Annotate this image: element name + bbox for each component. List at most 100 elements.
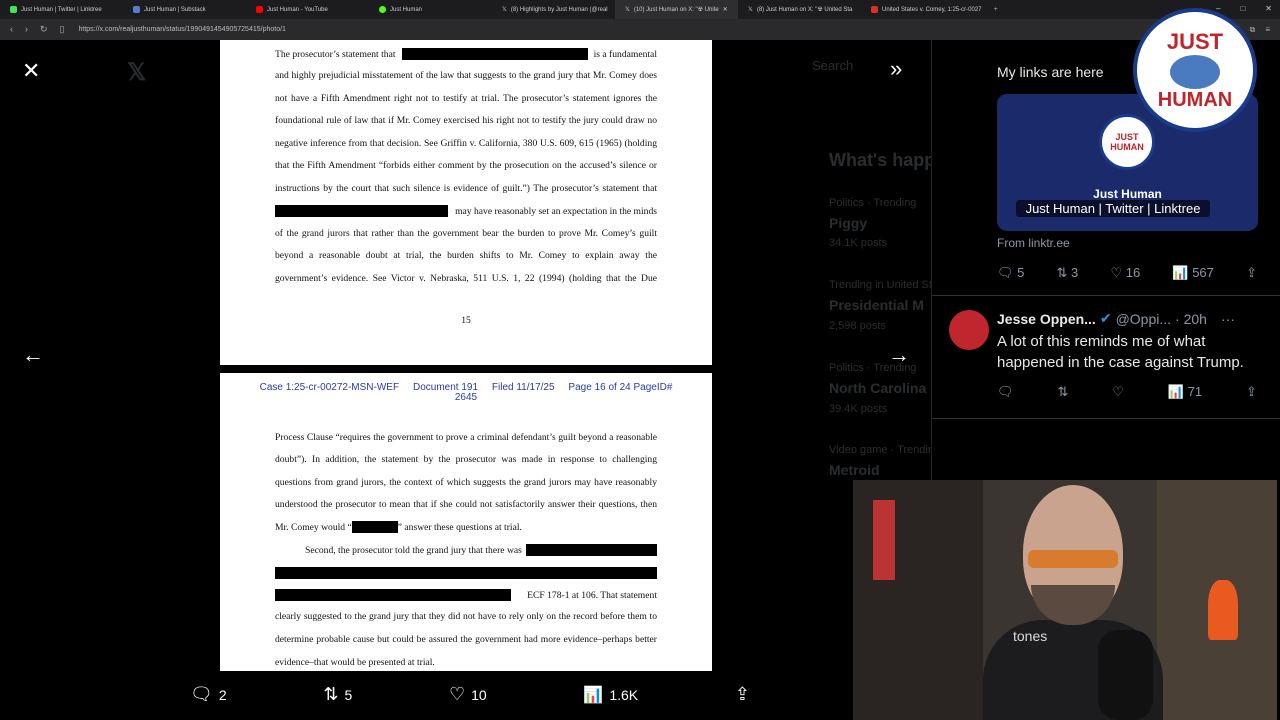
microphone — [1098, 630, 1153, 720]
redaction — [401, 48, 588, 60]
figure — [873, 500, 895, 580]
doc-line: beyond a reasonable doubt at trial, the … — [275, 250, 657, 261]
like-button[interactable]: ♡ 10 — [449, 684, 487, 705]
doc-line: of the grand jurors that rather than the… — [275, 228, 657, 239]
document-icon — [871, 6, 878, 13]
doc-line: that the Fifth Amendment “forbids either… — [275, 160, 657, 171]
redaction — [275, 205, 448, 217]
doc-line: government’s evidence. See Victor v. Neb… — [275, 273, 657, 284]
expand-panel-icon[interactable]: » — [890, 56, 902, 82]
repost-button[interactable]: ⇅ 5 — [323, 684, 352, 705]
card-source: From linktr.ee — [997, 236, 1070, 250]
redaction — [526, 544, 657, 556]
document-page-15: The prosecutor’s statement that is a fund… — [220, 40, 712, 365]
share-icon: ⇪ — [734, 684, 750, 704]
share-icon[interactable]: ⇪ — [1246, 384, 1257, 400]
tab-x-post[interactable]: 𝕏 (8) Just Human on X: "☢ United Sta — [738, 0, 861, 19]
new-tab-button[interactable]: + — [984, 0, 1004, 19]
doc-line: doubt”). In addition, the statement by t… — [275, 454, 657, 465]
browser-tab-bar: Just Human | Twitter | Linktree Just Hum… — [0, 0, 1280, 19]
tab-courtlistener[interactable]: United States v. Comey, 1:25-cr-0027 — [861, 0, 984, 19]
close-tab-icon[interactable]: ✕ — [723, 6, 728, 13]
reply-button[interactable]: 🗨 2 — [190, 684, 227, 705]
rumble-icon — [379, 6, 386, 13]
back-icon[interactable]: ‹ — [10, 24, 13, 35]
doc-line: Process Clause “requires the government … — [275, 432, 657, 443]
avatar[interactable] — [949, 310, 989, 350]
page-number: 15 — [461, 315, 471, 326]
just-human-logo: JUST HUMAN — [1133, 8, 1257, 132]
redaction — [351, 521, 398, 533]
document-page-16: Case 1:25-cr-00272-MSN-WEF Document 191 … — [220, 373, 712, 671]
lava-lamp — [1208, 580, 1238, 640]
reply-author[interactable]: Jesse Oppen... — [997, 311, 1096, 327]
reply-stats: 🗨 ⇅ ♡ 📊 71 ⇪ — [997, 384, 1257, 400]
url-input[interactable]: https://x.com/realjusthuman/status/19904… — [79, 26, 286, 33]
repost-button[interactable]: ⇅ 3 — [1057, 265, 1079, 281]
card-subtitle: Just Human | Twitter | Linktree — [1016, 200, 1210, 217]
like-button[interactable]: ♡ 16 — [1110, 265, 1140, 281]
reply-button[interactable]: 🗨 5 — [997, 265, 1024, 281]
menu-icon[interactable]: ≡ — [1265, 25, 1270, 35]
heart-icon: ♡ — [448, 684, 466, 704]
tab-youtube[interactable]: Just Human - YouTube — [246, 0, 369, 19]
card-logo: JUST HUMAN — [1099, 114, 1155, 170]
tweet-text: My links are here — [997, 64, 1104, 80]
like-button[interactable]: ♡ — [1112, 384, 1124, 400]
redaction — [275, 589, 511, 601]
reload-icon[interactable]: ↻ — [40, 24, 48, 35]
x-icon: 𝕏 — [625, 7, 630, 13]
views-button[interactable]: 📊 1.6K — [583, 685, 638, 705]
doc-line: The prosecutor’s statement that is a fund… — [275, 48, 657, 60]
doc-line: and highly prejudicial misstatement of t… — [275, 70, 657, 81]
doc-line: determine probable cause but could be as… — [275, 634, 657, 645]
substack-icon — [133, 6, 140, 13]
beard — [1031, 585, 1115, 625]
webcam-feed: tones — [853, 480, 1277, 720]
doc-line: may have reasonably set an expectation i… — [275, 205, 657, 217]
post-action-bar: 🗨 2 ⇅ 5 ♡ 10 📊 1.6K ⇪ — [190, 684, 750, 705]
doc-line — [275, 567, 657, 579]
linktree-icon — [10, 6, 17, 13]
divider — [932, 418, 1280, 419]
divider — [932, 295, 1280, 296]
youtube-icon — [256, 6, 263, 13]
share-icon[interactable]: ⇪ — [1246, 265, 1257, 281]
doc-line: questions from grand jurors, the context… — [275, 477, 657, 488]
card-title: Just Human — [1093, 187, 1162, 201]
tweet-stats: 🗨 5 ⇅ 3 ♡ 16 📊 567 ⇪ — [997, 265, 1257, 281]
more-icon[interactable]: ··· — [1221, 311, 1235, 327]
reply-icon: 🗨 — [190, 684, 213, 704]
doc-header-pageid: 2645 — [454, 392, 478, 403]
extensions-icon[interactable]: ⧉ — [1250, 25, 1256, 35]
tab-linktree[interactable]: Just Human | Twitter | Linktree — [0, 0, 123, 19]
next-arrow-icon[interactable]: → — [888, 342, 910, 368]
views-button[interactable]: 📊 71 — [1168, 384, 1202, 400]
maximize-icon[interactable]: □ — [1240, 4, 1245, 13]
previous-arrow-icon[interactable]: ← — [22, 342, 44, 368]
repost-button[interactable]: ⇅ — [1057, 384, 1068, 400]
address-bar: ‹ › ↻ ▯ https://x.com/realjusthuman/status/… — [0, 19, 1280, 40]
glasses — [1028, 550, 1118, 568]
tab-substack[interactable]: Just Human | Substack — [123, 0, 246, 19]
tab-x-highlights[interactable]: 𝕏 (8) Highlights by Just Human (@real — [492, 0, 615, 19]
forward-icon[interactable]: › — [25, 24, 28, 35]
window-controls: – □ ✕ — [1216, 4, 1272, 13]
tab-x-active[interactable]: 𝕏 (10) Just Human on X: "☢ Unite ✕ — [615, 0, 738, 19]
doc-line: Second, the prosecutor told the grand ju… — [275, 544, 657, 556]
views-button[interactable]: 📊 567 — [1172, 265, 1214, 281]
views-icon: 📊 — [583, 686, 604, 704]
caricature-image — [1170, 54, 1220, 89]
doc-line: Mr. Comey would “” answer these question… — [275, 521, 522, 533]
share-button[interactable]: ⇪ — [735, 684, 750, 705]
close-window-icon[interactable]: ✕ — [1265, 4, 1272, 13]
x-icon: 𝕏 — [502, 7, 507, 13]
bookmark-icon[interactable]: ▯ — [60, 24, 65, 35]
close-icon[interactable]: ✕ — [22, 58, 40, 84]
repost-icon: ⇅ — [323, 684, 339, 704]
reply-text: A lot of this reminds me of what happene… — [997, 333, 1244, 371]
reply-header: Jesse Oppen... ✔ @Oppi... · 20h ··· — [997, 310, 1235, 327]
tab-rumble[interactable]: Just Human — [369, 0, 492, 19]
x-logo-bg: 𝕏 — [127, 59, 147, 86]
reply-button[interactable]: 🗨 — [997, 384, 1014, 400]
